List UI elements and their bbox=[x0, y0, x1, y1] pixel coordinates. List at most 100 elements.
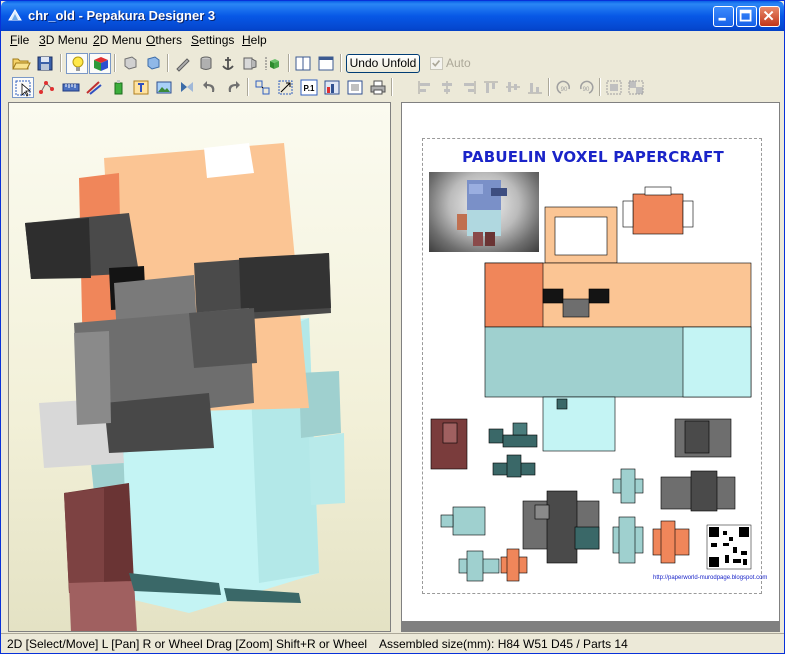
align-top-button[interactable] bbox=[480, 77, 502, 98]
checkmark-icon bbox=[432, 59, 441, 67]
snap-button[interactable] bbox=[176, 77, 198, 98]
open-button[interactable] bbox=[10, 53, 32, 74]
align-left-icon bbox=[418, 81, 430, 94]
align-top-icon bbox=[484, 81, 498, 93]
menu-3d[interactable]: 3D Menu bbox=[39, 33, 88, 47]
flap-button[interactable] bbox=[239, 53, 261, 74]
select-move-button[interactable] bbox=[12, 77, 34, 98]
toolbar-2d: P.1 90 90 bbox=[3, 75, 782, 100]
rotate-ccw-90-icon: 90 bbox=[556, 80, 570, 94]
unfolded-parts[interactable] bbox=[423, 139, 763, 595]
window-title: chr_old - Pepakura Designer 3 bbox=[28, 8, 216, 23]
toolbar-main: Undo Unfold Auto bbox=[3, 51, 782, 76]
rotate-90-left-button[interactable]: 90 bbox=[553, 77, 575, 98]
menu-help[interactable]: Help bbox=[242, 33, 267, 47]
lightbulb-icon bbox=[72, 56, 84, 71]
edge-tool-button[interactable] bbox=[36, 77, 58, 98]
menu-others[interactable]: Others bbox=[146, 33, 182, 47]
pen-lines-icon bbox=[86, 81, 102, 95]
status-info: Assembled size(mm): H84 W51 D45 / Parts … bbox=[379, 637, 628, 651]
minimize-icon bbox=[718, 17, 726, 21]
printer-icon bbox=[370, 80, 386, 95]
print-button[interactable] bbox=[367, 77, 389, 98]
arrange-button[interactable] bbox=[252, 77, 274, 98]
align-right-button[interactable] bbox=[458, 77, 480, 98]
join-tool-button[interactable] bbox=[195, 53, 217, 74]
layout-3d-button[interactable] bbox=[315, 53, 337, 74]
menu-file[interactable]: File bbox=[10, 33, 29, 47]
rotate-left-button[interactable] bbox=[199, 77, 221, 98]
app-window: chr_old - Pepakura Designer 3 File 3D Me… bbox=[0, 0, 785, 654]
pepakura-app-icon bbox=[8, 9, 22, 21]
image-icon bbox=[156, 81, 172, 94]
folder-open-icon bbox=[12, 58, 31, 70]
group-button[interactable] bbox=[603, 77, 625, 98]
3d-view-pane[interactable] bbox=[8, 102, 391, 632]
texture-button[interactable] bbox=[89, 53, 111, 74]
rotate-cw-90-icon: 90 bbox=[580, 80, 594, 94]
page-number-button[interactable]: P.1 bbox=[298, 77, 320, 98]
2d-pattern-pane[interactable]: PABUELIN VOXEL PAPERCRAFT http://paperwo… bbox=[401, 102, 780, 622]
text-button[interactable] bbox=[130, 77, 152, 98]
align-left-button[interactable] bbox=[414, 77, 436, 98]
undo-unfold-button[interactable]: Undo Unfold bbox=[346, 54, 420, 73]
page-layout-icon bbox=[295, 56, 311, 71]
menu-bar: File 3D Menu 2D Menu Others Settings Hel… bbox=[3, 31, 782, 50]
pencil-line-button[interactable] bbox=[83, 77, 105, 98]
export-icon bbox=[347, 80, 363, 95]
save-button[interactable] bbox=[34, 53, 56, 74]
print-settings-button[interactable] bbox=[321, 77, 343, 98]
align-middle-button[interactable] bbox=[502, 77, 524, 98]
green-cube-button[interactable] bbox=[262, 53, 284, 74]
undo-arrow-icon bbox=[203, 81, 215, 92]
auto-checkbox[interactable] bbox=[430, 57, 443, 70]
color-cube-icon bbox=[94, 57, 108, 71]
image-button[interactable] bbox=[153, 77, 175, 98]
rotate-90-right-button[interactable]: 90 bbox=[575, 77, 597, 98]
ruler-button[interactable] bbox=[60, 77, 82, 98]
scale-button[interactable] bbox=[275, 77, 297, 98]
text-frame-icon bbox=[133, 80, 149, 95]
shaded-box-icon bbox=[147, 56, 160, 70]
close-button[interactable] bbox=[759, 6, 780, 27]
status-hint: 2D [Select/Move] L [Pan] R or Wheel Drag… bbox=[7, 637, 368, 651]
horizontal-scrollbar[interactable] bbox=[401, 622, 780, 632]
voxel-character-model[interactable] bbox=[9, 103, 391, 632]
paint-bottle-icon bbox=[114, 80, 123, 95]
svg-text:90: 90 bbox=[561, 87, 568, 93]
anchor-button[interactable] bbox=[217, 53, 239, 74]
maximize-button[interactable] bbox=[736, 6, 757, 27]
ungroup-icon bbox=[628, 80, 644, 95]
edit-tool-button[interactable] bbox=[172, 53, 194, 74]
export-button[interactable] bbox=[344, 77, 366, 98]
menu-settings[interactable]: Settings bbox=[191, 33, 234, 47]
print-sheet: PABUELIN VOXEL PAPERCRAFT http://paperwo… bbox=[422, 138, 767, 595]
ruler-icon bbox=[62, 83, 80, 92]
align-bottom-button[interactable] bbox=[524, 77, 546, 98]
close-icon bbox=[763, 10, 774, 21]
light-button[interactable] bbox=[66, 53, 88, 74]
3d-view-box-button[interactable] bbox=[119, 53, 141, 74]
align-bottom-icon bbox=[528, 83, 542, 94]
3d-view-shade-button[interactable] bbox=[142, 53, 164, 74]
fill-button[interactable] bbox=[107, 77, 129, 98]
svg-text:P.1: P.1 bbox=[304, 84, 316, 93]
anchor-icon bbox=[222, 57, 234, 70]
title-bar[interactable]: chr_old - Pepakura Designer 3 bbox=[1, 1, 784, 31]
pane-splitter[interactable] bbox=[392, 102, 400, 632]
window-icon bbox=[318, 56, 334, 71]
ungroup-button[interactable] bbox=[625, 77, 647, 98]
rotate-right-button[interactable] bbox=[222, 77, 244, 98]
minimize-button[interactable] bbox=[713, 6, 734, 27]
cylinder-icon bbox=[200, 56, 212, 70]
menu-2d[interactable]: 2D Menu bbox=[93, 33, 142, 47]
status-bar: 2D [Select/Move] L [Pan] R or Wheel Drag… bbox=[1, 633, 784, 653]
auto-label: Auto bbox=[446, 56, 471, 70]
bar-settings-icon bbox=[324, 80, 340, 95]
flap-icon bbox=[243, 57, 257, 70]
align-middle-icon bbox=[506, 82, 520, 92]
green-cube-icon bbox=[265, 57, 279, 70]
align-center-button[interactable] bbox=[436, 77, 458, 98]
layout-2d-button[interactable] bbox=[292, 53, 314, 74]
group-icon bbox=[606, 80, 622, 95]
